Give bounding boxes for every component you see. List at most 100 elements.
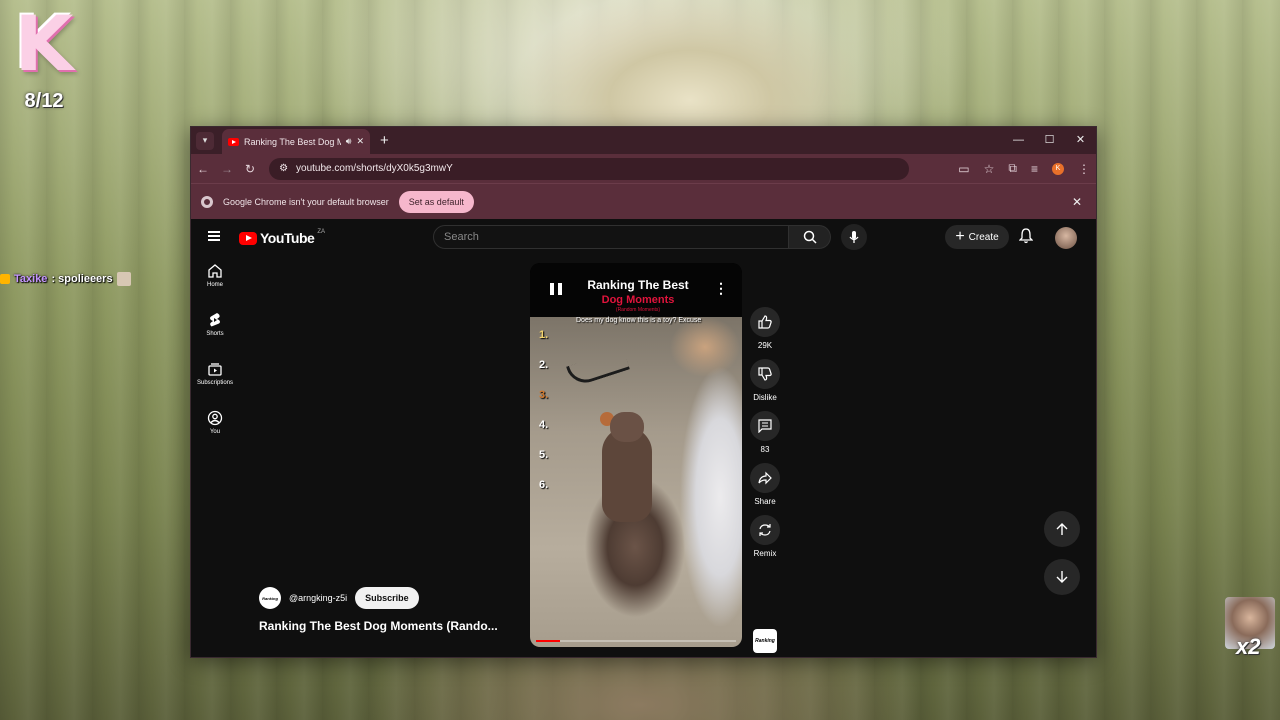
video-frame	[530, 317, 742, 647]
rank-item: 6.	[539, 479, 549, 491]
multiplier-label: x2	[1236, 634, 1261, 659]
short-title[interactable]: Ranking The Best Dog Moments (Rando...	[259, 619, 498, 633]
nav-item-you[interactable]: You	[191, 406, 239, 455]
set-default-button[interactable]: Set as default	[398, 190, 474, 213]
video-caption: Does my dog know this is a toy? Excuse	[576, 317, 702, 324]
tab-close-icon[interactable]: ✕	[356, 136, 364, 147]
pause-icon[interactable]	[550, 283, 562, 295]
share-circle	[750, 463, 780, 493]
maximize-icon[interactable]: ☐	[1034, 127, 1065, 154]
comments-circle	[750, 411, 780, 441]
youtube-favicon-icon	[228, 137, 239, 146]
url-text: youtube.com/shorts/dyX0k5g3mwY	[296, 163, 453, 174]
nav-item-shorts[interactable]: Shorts	[191, 308, 239, 357]
media-controls-icon[interactable]: ≡	[1031, 162, 1038, 176]
chat-emote-icon	[116, 272, 131, 286]
search-input[interactable]: Search	[433, 225, 789, 249]
rank-item: 4.	[539, 419, 549, 431]
nav-item-label: Shorts	[206, 331, 224, 337]
notifications-bell-icon[interactable]	[1019, 228, 1033, 244]
nav-item-label: You	[209, 429, 221, 435]
microphone-icon	[849, 231, 859, 243]
channel-handle[interactable]: @arngking-z5i	[289, 593, 347, 603]
chrome-logo-icon	[201, 195, 213, 208]
youtube-logo[interactable]: YouTube ZA	[239, 229, 325, 246]
forward-icon[interactable]: →	[221, 162, 233, 176]
browser-toolbar: ← → ↻ ⚙ youtube.com/shorts/dyX0k5g3mwY ▭…	[191, 154, 1096, 183]
browser-window: ▾ Ranking The Best Dog Mom 🔊︎ ✕ + — ☐ ✕ …	[190, 126, 1097, 658]
next-short-button[interactable]	[1044, 559, 1080, 595]
infobar-message: Google Chrome isn't your default browser	[223, 196, 389, 207]
chair-shape	[566, 348, 630, 388]
shorts-actions: 29K Dislike 83 Share Remix	[749, 307, 781, 567]
nav-item-subscriptions[interactable]: Subscriptions	[191, 357, 239, 406]
remix-icon	[759, 524, 771, 536]
bookmark-star-icon[interactable]: ☆	[984, 162, 995, 176]
search-button[interactable]	[789, 225, 831, 249]
k-badge: K 8/12	[6, 4, 82, 114]
remix-circle	[750, 515, 780, 545]
cast-icon[interactable]: ▭	[958, 162, 969, 176]
country-code: ZA	[317, 229, 325, 235]
channel-thumbnail[interactable]: Ranking	[753, 629, 777, 653]
side-navigation: Home Shorts Subscriptions You	[191, 259, 239, 455]
like-count: 29K	[757, 341, 773, 350]
back-icon[interactable]: ←	[197, 162, 209, 176]
shorts-player[interactable]: 1. 2. 3. 4. 5. 6. ⋮ Ranking The Best Dog…	[530, 263, 742, 647]
reload-icon[interactable]: ↻	[245, 162, 255, 176]
short-metadata: Ranking @arngking-z5i Subscribe Ranking …	[259, 587, 498, 633]
rank-item: 1.	[539, 329, 549, 341]
voice-search-button[interactable]	[841, 224, 867, 250]
arrow-down-icon	[1056, 571, 1068, 583]
channel-avatar[interactable]: Ranking	[259, 587, 281, 609]
account-avatar[interactable]	[1055, 227, 1077, 249]
remix-label: Remix	[753, 549, 777, 558]
tab-search-icon[interactable]: ▾	[196, 131, 214, 150]
video-title-line3: (Random Moments)	[615, 307, 661, 313]
previous-short-button[interactable]	[1044, 511, 1080, 547]
default-browser-infobar: Google Chrome isn't your default browser…	[191, 183, 1096, 219]
thumbs-down-icon	[758, 367, 772, 381]
chat-username: Taxike	[14, 273, 48, 285]
video-progress-bar[interactable]	[536, 640, 736, 642]
close-window-icon[interactable]: ✕	[1065, 127, 1096, 154]
rank-item: 5.	[539, 449, 549, 461]
remix-button[interactable]: Remix	[749, 515, 781, 567]
create-button[interactable]: + Create	[945, 225, 1009, 249]
comment-icon	[758, 419, 772, 433]
rank-item: 2.	[539, 359, 549, 371]
like-button[interactable]: 29K	[749, 307, 781, 359]
comment-count: 83	[760, 445, 770, 454]
extensions-icon[interactable]: ⧉	[1008, 161, 1017, 176]
video-progress-fill	[536, 640, 560, 642]
profile-avatar[interactable]: K	[1052, 162, 1064, 175]
k-letter: K	[14, 0, 74, 88]
minimize-icon[interactable]: —	[1003, 127, 1034, 154]
comments-button[interactable]: 83	[749, 411, 781, 463]
share-icon	[758, 471, 772, 485]
shorts-icon	[210, 313, 220, 327]
video-title-line2: Dog Moments	[601, 294, 675, 306]
chat-badge-icon	[0, 274, 10, 284]
tab-bar: ▾ Ranking The Best Dog Mom 🔊︎ ✕ + — ☐ ✕	[191, 127, 1096, 154]
more-options-icon[interactable]: ⋮	[714, 281, 728, 295]
subscribe-button[interactable]: Subscribe	[355, 587, 419, 609]
site-info-icon[interactable]: ⚙	[279, 163, 288, 174]
chat-text: : spolieeers	[51, 273, 113, 285]
menu-icon[interactable]	[208, 231, 220, 241]
address-bar[interactable]: ⚙ youtube.com/shorts/dyX0k5g3mwY	[269, 157, 910, 180]
nav-item-home[interactable]: Home	[191, 259, 239, 308]
browser-tab[interactable]: Ranking The Best Dog Mom 🔊︎ ✕	[222, 129, 370, 154]
chat-message: Taxike : spolieeers	[0, 272, 131, 286]
infobar-close-icon[interactable]: ✕	[1072, 195, 1082, 209]
youtube-logo-text: YouTube	[260, 230, 315, 246]
k-counter: 8/12	[24, 90, 64, 112]
create-label: Create	[968, 231, 999, 243]
speaker-icon[interactable]: 🔊︎	[346, 136, 352, 147]
chrome-menu-icon[interactable]: ⋮	[1078, 162, 1090, 176]
youtube-header: YouTube ZA Search + Create	[191, 219, 1096, 255]
share-button[interactable]: Share	[749, 463, 781, 515]
dislike-button[interactable]: Dislike	[749, 359, 781, 411]
nav-item-label: Subscriptions	[196, 380, 234, 386]
new-tab-icon[interactable]: +	[380, 132, 389, 149]
